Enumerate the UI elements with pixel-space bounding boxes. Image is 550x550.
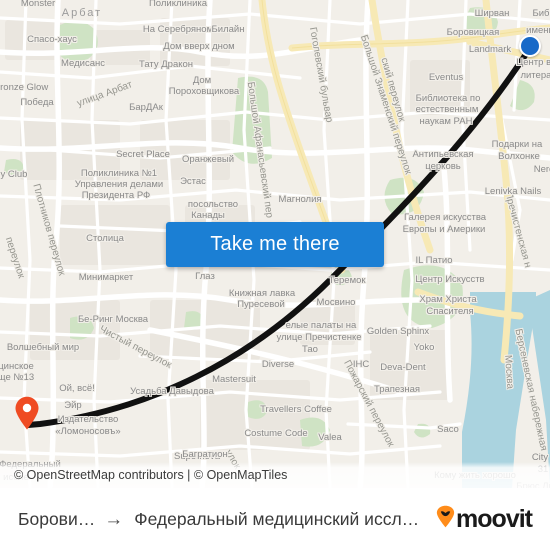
moovit-wordmark: moovit xyxy=(456,504,533,533)
map-screen: улица Арбат Плотников переулок переулок Бол… xyxy=(0,0,550,550)
map-attribution: © OpenStreetMap contributors | © OpenMap… xyxy=(0,462,550,488)
trip-arrow-icon: → xyxy=(104,508,124,530)
take-me-there-button[interactable]: Take me there xyxy=(166,222,384,267)
origin-marker-icon[interactable] xyxy=(14,396,40,430)
trip-footer: Борови… → Федеральный медицинский исслед… xyxy=(0,488,550,550)
attribution-text: © OpenStreetMap contributors | © OpenMap… xyxy=(14,468,288,482)
map-canvas[interactable]: улица Арбат Плотников переулок переулок Бол… xyxy=(0,0,550,488)
moovit-pin-icon xyxy=(436,505,455,533)
moovit-logo[interactable]: moovit xyxy=(436,504,533,534)
trip-origin-label: Борови… xyxy=(18,508,96,529)
destination-marker-icon[interactable] xyxy=(519,35,541,57)
trip-destination-label: Федеральный медицинский исследо… xyxy=(134,508,429,529)
